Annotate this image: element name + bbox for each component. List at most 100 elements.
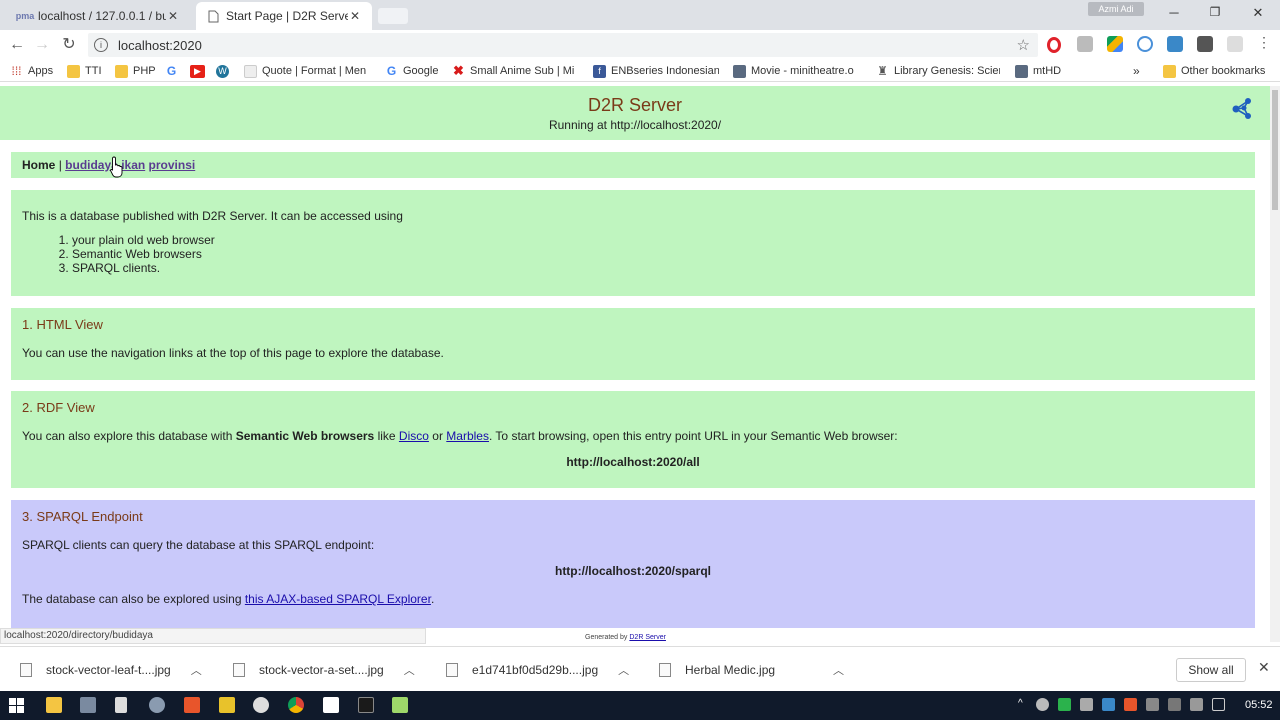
back-icon[interactable]: ← (6, 35, 28, 55)
image-file-icon (659, 662, 671, 677)
close-window-icon[interactable]: ✕ (1248, 5, 1268, 23)
app-icon[interactable] (323, 697, 339, 713)
sparql-endpoint-url: http://localhost:2020/sparql (554, 564, 712, 578)
bookmark-php[interactable]: PHP (115, 63, 156, 79)
tray-icon[interactable] (1124, 698, 1137, 711)
forward-icon[interactable]: → (31, 35, 53, 55)
entry-point-url: http://localhost:2020/all (566, 455, 700, 469)
menu-icon[interactable]: ⋮ (1257, 34, 1271, 50)
close-downloads-icon[interactable]: ✕ (1258, 659, 1270, 676)
network-icon[interactable] (1168, 698, 1181, 711)
section-heading: 2. RDF View (22, 400, 95, 415)
reload-icon[interactable]: ↻ (58, 35, 80, 55)
bookmark-quote[interactable]: Quote | Format | Men (244, 63, 374, 79)
tab-d2r-start-page[interactable]: Start Page | D2R Server ✕ (196, 2, 372, 30)
bookmark-enbseries[interactable]: f ENBseries Indonesian (593, 63, 719, 79)
google-drive-icon[interactable] (1107, 36, 1123, 52)
download-item[interactable]: stock-vector-a-set....jpg ︿ (233, 647, 415, 692)
sparql-explorer-link[interactable]: this AJAX-based SPARQL Explorer (245, 592, 431, 606)
address-bar[interactable]: i localhost:2020 ☆ (88, 33, 1038, 57)
taskbar-clock[interactable]: 05:52 (1245, 699, 1273, 711)
close-tab-icon[interactable]: ✕ (348, 9, 362, 23)
page-icon (206, 9, 220, 23)
chevron-up-icon[interactable]: ︿ (404, 662, 415, 678)
nav-link-provinsi[interactable]: provinsi (149, 158, 196, 172)
rdf-text-pre: You can also explore this database with (22, 429, 233, 443)
new-tab-button[interactable] (378, 8, 408, 24)
app-icon[interactable] (184, 697, 200, 713)
tray-icon[interactable] (1036, 698, 1049, 711)
windows-start-icon[interactable] (9, 698, 24, 713)
chevron-up-icon[interactable]: ︿ (191, 662, 202, 678)
extension-icon[interactable] (1077, 36, 1093, 52)
bookmark-google[interactable]: G Google (385, 63, 439, 79)
folder-icon (115, 64, 128, 78)
title-bar: pma localhost / 127.0.0.1 / bu ✕ Start P… (0, 0, 1280, 30)
bookmark-apps[interactable]: ⁞⁞⁞ Apps (10, 63, 53, 79)
nav-link-ikan[interactable]: ikan (121, 158, 145, 172)
marbles-link[interactable]: Marbles (446, 429, 489, 443)
tray-expand-icon[interactable]: ^ (1018, 698, 1031, 711)
nav-separator: | (58, 158, 62, 172)
rdf-text-like: like (377, 429, 396, 443)
close-tab-icon[interactable]: ✕ (166, 9, 180, 23)
rdf-logo-icon[interactable] (1230, 96, 1254, 120)
page-scrollbar[interactable] (1270, 86, 1280, 642)
profile-badge[interactable]: Azmi Adi (1088, 2, 1144, 16)
volume-icon[interactable] (1190, 698, 1203, 711)
u-extension-icon[interactable] (1197, 36, 1213, 52)
app-icon[interactable] (149, 697, 165, 713)
html-view-section: 1. HTML View You can use the navigation … (11, 308, 1255, 380)
nav-home[interactable]: Home (22, 158, 55, 172)
list-item: Semantic Web browsers (72, 247, 1244, 261)
keyboard-icon[interactable] (1212, 698, 1225, 711)
info-icon[interactable]: i (94, 38, 108, 52)
download-item[interactable]: stock-vector-leaf-t....jpg ︿ (20, 647, 202, 692)
tray-icon[interactable] (1146, 698, 1159, 711)
folder-icon (1163, 64, 1176, 78)
page-viewport: D2R Server Running at http://localhost:2… (0, 86, 1270, 628)
restore-icon[interactable]: ❐ (1205, 5, 1225, 23)
download-filename: Herbal Medic.jpg (685, 662, 776, 677)
download-item[interactable]: Herbal Medic.jpg ︿ (659, 647, 844, 692)
app-icon[interactable] (80, 697, 96, 713)
chevron-up-icon[interactable]: ︿ (618, 662, 629, 678)
minimize-icon[interactable]: ─ (1164, 5, 1184, 23)
tray-icon[interactable] (1058, 698, 1071, 711)
download-item[interactable]: e1d741bf0d5d29b....jpg ︿ (446, 647, 629, 692)
bookmark-google-icon-only[interactable]: G (165, 63, 183, 79)
terminal-icon[interactable] (358, 697, 374, 713)
app-icon[interactable] (253, 697, 269, 713)
chrome-icon[interactable] (288, 697, 304, 713)
d2r-server-link[interactable]: D2R Server (629, 634, 666, 641)
chevron-up-icon[interactable]: ︿ (833, 662, 844, 678)
tab-phpmyadmin[interactable]: pma localhost / 127.0.0.1 / bu ✕ (8, 2, 190, 30)
notepad-plus-icon[interactable] (392, 697, 408, 713)
bookmark-youtube[interactable]: ▶ (190, 63, 210, 79)
rdf-text-post: . To start browsing, open this entry poi… (488, 429, 898, 443)
bookmark-small-anime[interactable]: ✖ Small Anime Sub | Mi (452, 63, 580, 79)
notepad-icon[interactable] (115, 697, 127, 713)
bookmark-tti[interactable]: TTI (67, 63, 102, 79)
star-icon[interactable]: ☆ (1017, 36, 1030, 54)
extension-icon[interactable] (1227, 36, 1243, 52)
app-icon[interactable] (219, 697, 235, 713)
disco-link[interactable]: Disco (399, 429, 429, 443)
bookmark-library-genesis[interactable]: ♜ Library Genesis: Scien (876, 63, 1000, 79)
opera-icon[interactable] (1047, 37, 1061, 53)
scrollbar-thumb[interactable] (1272, 90, 1278, 210)
bookmark-other[interactable]: Other bookmarks (1163, 63, 1265, 79)
show-all-button[interactable]: Show all (1176, 658, 1246, 682)
bookmark-wordpress[interactable]: W (216, 63, 234, 79)
bookmark-mthd[interactable]: mtHD (1015, 63, 1061, 79)
tray-icon[interactable] (1102, 698, 1115, 711)
address-url[interactable]: localhost:2020 (118, 38, 202, 53)
running-at-text: Running at http://localhost:2020/ (548, 118, 722, 132)
sync-icon[interactable] (1137, 36, 1153, 52)
tray-icon[interactable] (1080, 698, 1093, 711)
downloads-shelf: stock-vector-leaf-t....jpg ︿ stock-vecto… (0, 646, 1280, 691)
screenshot-icon[interactable] (1167, 36, 1183, 52)
bookmark-movie[interactable]: Movie - minitheatre.o (733, 63, 863, 79)
more-bookmarks-icon[interactable]: » (1133, 63, 1140, 79)
file-explorer-icon[interactable] (46, 697, 62, 713)
